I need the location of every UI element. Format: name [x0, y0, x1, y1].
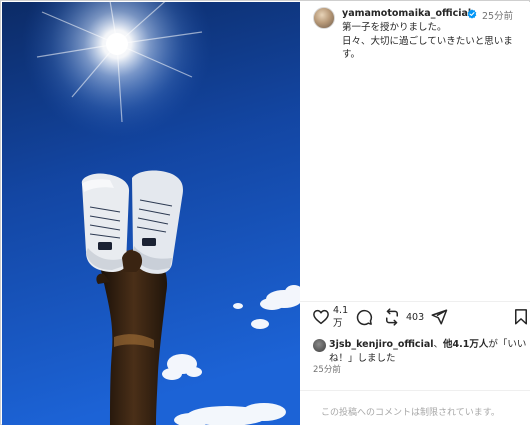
liked-by-text: 3jsb_kenjiro_official、他4.1万人が「いいね！」しました [329, 338, 527, 365]
heart-icon [313, 309, 329, 325]
liked-by-separator: 、 [433, 339, 444, 350]
bookmark-icon [515, 309, 527, 325]
like-button[interactable] [312, 308, 330, 326]
liker-username[interactable]: 3jsb_kenjiro_official [329, 339, 434, 350]
post-caption: 第一子を授かりました。 日々、大切に過ごしていきたいと思いま す。 [342, 21, 530, 62]
liker-avatar[interactable] [313, 339, 326, 352]
likes-count-unit: 万 [333, 318, 343, 329]
post-timestamp[interactable]: 25分前 [313, 363, 341, 375]
post-photo[interactable] [2, 2, 300, 425]
post-time: 25分前 [482, 11, 514, 22]
repost-count: 403 [406, 312, 425, 323]
repost-icon [386, 308, 398, 326]
caption-line-2: 日々、大切に過ごしていきたいと思いま [342, 35, 513, 47]
share-icon [431, 309, 448, 325]
comments-restricted-notice: この投稿へのコメントは制限されています。 [321, 408, 500, 418]
save-button[interactable] [513, 308, 529, 326]
comment-icon [356, 309, 373, 326]
likes-count[interactable]: 4.1 万 [333, 306, 348, 329]
username-link[interactable]: yamamotomaika_official [342, 8, 471, 19]
photo-image [2, 2, 300, 425]
comment-button[interactable] [355, 308, 373, 326]
others-likes-link[interactable]: 他4.1万人 [443, 339, 488, 350]
post-side-panel: yamamotomaika_official 25分前 第一子を授かりました。 … [300, 2, 530, 425]
comments-disabled-bar: この投稿へのコメントは制限されています。 [300, 390, 530, 425]
caption-line-3: す。 [342, 49, 361, 60]
action-bar: 4.1 万 403 [300, 301, 530, 335]
repost-button[interactable] [383, 308, 401, 326]
user-avatar[interactable] [313, 7, 335, 29]
verified-badge-icon [467, 9, 477, 19]
post-window: yamamotomaika_official 25分前 第一子を授かりました。 … [0, 0, 530, 425]
likes-count-number: 4.1 [333, 305, 349, 316]
caption-line-1: 第一子を授かりました。 [342, 22, 447, 33]
share-button[interactable] [430, 308, 448, 326]
